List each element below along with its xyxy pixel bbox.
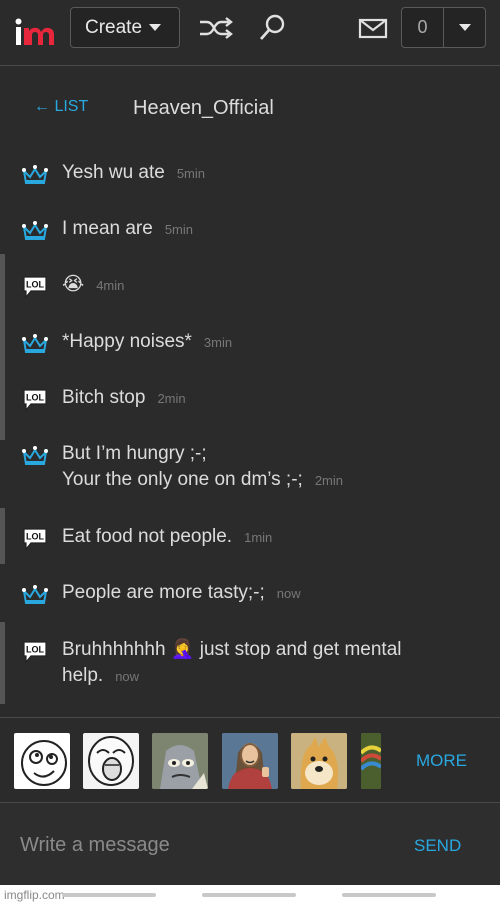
message-line: help.: [62, 665, 104, 686]
message-line: Bruhhhhhhh 🤦‍♀️ just stop and get mental: [62, 639, 402, 660]
meme-thumb-partial[interactable]: [361, 733, 381, 789]
svg-text:LOL: LOL: [26, 645, 44, 655]
lol-badge-icon[interactable]: LOL: [22, 388, 48, 412]
messages-button[interactable]: [355, 12, 391, 44]
message-line: But I’m hungry ;-;: [62, 443, 207, 464]
message-text: But I’m hungry ;-; Your the only one on d…: [62, 441, 482, 494]
message-text: Bitch stop 2min: [62, 385, 482, 412]
crown-badge-icon[interactable]: [22, 583, 48, 607]
cartoon-cat-icon: [152, 733, 208, 789]
create-label: Create: [85, 16, 143, 38]
buddy-christ-icon: [222, 733, 278, 789]
message-text: Yesh wu ate 5min: [62, 160, 482, 187]
crown-badge-icon[interactable]: [22, 219, 48, 243]
chevron-down-icon: [149, 24, 162, 31]
chevron-down-icon: [458, 24, 471, 31]
message-line: Yesh wu ate: [62, 162, 165, 183]
send-button[interactable]: SEND: [414, 836, 461, 856]
message-timestamp: 2min: [314, 473, 344, 488]
message-timestamp: 3min: [203, 335, 233, 350]
shuffle-button[interactable]: [198, 12, 234, 44]
back-to-list-link[interactable]: ← LIST: [34, 98, 88, 116]
crown-badge-icon[interactable]: [22, 444, 48, 468]
shuffle-icon: [200, 17, 233, 39]
meme-thumb-doge[interactable]: [291, 733, 347, 789]
nav-bar-segment: [62, 893, 156, 897]
create-button[interactable]: Create: [70, 7, 180, 48]
svg-text:LOL: LOL: [26, 280, 44, 290]
message-line: Your the only one on dm’s ;-;: [62, 469, 303, 490]
meme-thumb-derp[interactable]: [14, 733, 70, 789]
message-timestamp: 1min: [244, 530, 273, 545]
doge-icon: [291, 733, 347, 789]
lol-badge-icon[interactable]: LOL: [22, 275, 48, 299]
notification-count: 0: [402, 8, 444, 47]
message-input[interactable]: [20, 827, 380, 863]
svg-text:LOL: LOL: [26, 393, 44, 403]
message-text: *Happy noises* 3min: [62, 329, 482, 356]
message-line: Bitch stop: [62, 387, 146, 408]
lol-face-icon: [88, 736, 134, 786]
imgflip-logo-icon[interactable]: [14, 18, 56, 48]
message-text: Eat food not people. 1min: [62, 524, 482, 551]
message-line: I mean are: [62, 218, 153, 239]
message-highlight-bar: [0, 622, 5, 704]
meme-thumb-lol-face[interactable]: [83, 733, 139, 789]
crown-badge-icon[interactable]: [22, 332, 48, 356]
message-text: I mean are 5min: [62, 216, 482, 243]
message-timestamp: 5min: [164, 222, 194, 237]
message-text: Bruhhhhhhh 🤦‍♀️ just stop and get mental…: [62, 637, 482, 690]
chat-title: Heaven_Official: [133, 97, 274, 119]
watermark-text: imgflip.com: [4, 888, 65, 902]
message-timestamp: 4min: [96, 278, 125, 293]
lol-badge-icon[interactable]: LOL: [22, 640, 48, 664]
message-line: People are more tasty;-;: [62, 582, 265, 603]
message-line: 😭: [62, 274, 85, 295]
message-timestamp: 5min: [176, 166, 206, 181]
meme-thumb-unsettled-tom[interactable]: [152, 733, 208, 789]
rainbow-meme-icon: [361, 733, 381, 789]
message-highlight-bar: [0, 508, 5, 564]
message-line: *Happy noises*: [62, 331, 192, 352]
lol-badge-icon[interactable]: LOL: [22, 527, 48, 551]
svg-text:LOL: LOL: [26, 532, 44, 542]
message-line: Eat food not people.: [62, 526, 233, 547]
message-text: 😭 4min: [62, 272, 482, 299]
crown-badge-icon[interactable]: [22, 163, 48, 187]
meme-thumb-buddy-christ[interactable]: [222, 733, 278, 789]
message-timestamp: now: [276, 586, 301, 601]
notifications-toggle[interactable]: [444, 8, 485, 47]
meme-picker: MORE: [0, 717, 500, 803]
search-icon: [259, 14, 285, 40]
more-memes-link[interactable]: MORE: [416, 751, 467, 771]
nav-bar-segment: [202, 893, 296, 897]
page-footer: imgflip.com: [0, 885, 500, 906]
derp-face-icon: [21, 740, 67, 786]
scroll-indicator: [0, 254, 5, 440]
message-composer: SEND: [0, 803, 500, 885]
mail-icon: [358, 18, 388, 39]
message-timestamp: 2min: [157, 391, 186, 406]
nav-bar-segment: [342, 893, 436, 897]
search-button[interactable]: [254, 12, 290, 44]
message-timestamp: now: [115, 669, 140, 684]
message-text: People are more tasty;-; now: [62, 580, 482, 607]
notifications-dropdown[interactable]: 0: [401, 7, 486, 48]
top-bar: Create 0: [0, 0, 500, 66]
